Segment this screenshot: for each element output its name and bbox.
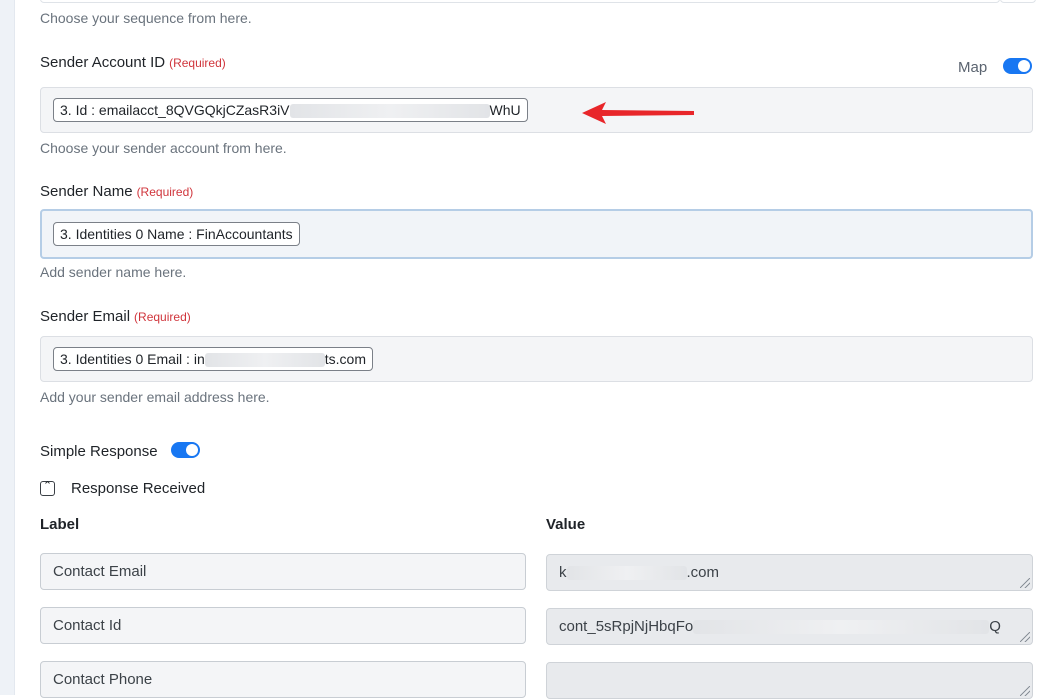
sender-account-token-prefix: 3. Id : emailacct_8QVGQkjCZasR3iV <box>60 102 290 118</box>
sender-account-hint: Choose your sender account from here. <box>40 140 287 156</box>
redacted-blur <box>204 353 325 368</box>
sender-email-label-text: Sender Email <box>40 308 131 325</box>
required-tag: (Required) <box>136 185 194 199</box>
row-label-contact-email[interactable]: Contact Email <box>40 553 526 590</box>
sender-account-token[interactable]: 3. Id : emailacct_8QVGQkjCZasR3iV WhU <box>53 98 528 122</box>
sender-account-label-text: Sender Account ID <box>40 54 166 71</box>
resize-handle-icon[interactable] <box>1020 578 1030 588</box>
column-header-label: Label <box>40 516 80 533</box>
row-value-contact-phone[interactable] <box>546 662 1033 699</box>
row-label-contact-phone[interactable]: Contact Phone <box>40 661 526 698</box>
sender-name-hint: Add sender name here. <box>40 264 187 280</box>
chevron-up-icon[interactable]: ⌃ <box>40 480 55 496</box>
row-value-contact-email[interactable]: k .com <box>546 554 1033 591</box>
sender-email-token-prefix: 3. Identities 0 Email : in <box>60 351 205 367</box>
sequence-hint: Choose your sequence from here. <box>40 10 252 26</box>
redacted-blur <box>693 620 990 635</box>
row-value-prefix: cont_5sRpjNjHbqFo <box>559 618 694 635</box>
sender-email-hint: Add your sender email address here. <box>40 389 270 405</box>
row-label-contact-id[interactable]: Contact Id <box>40 607 526 644</box>
sender-account-label: Sender Account ID (Required) <box>40 54 226 71</box>
redacted-blur <box>289 104 490 119</box>
red-arrow-annotation <box>582 102 694 124</box>
simple-response-toggle[interactable] <box>171 442 200 458</box>
sender-email-token[interactable]: 3. Identities 0 Email : in ts.com <box>53 347 373 371</box>
sender-email-token-suffix: ts.com <box>324 351 366 367</box>
row-value-prefix: k <box>559 564 567 581</box>
sender-email-label: Sender Email (Required) <box>40 308 191 325</box>
sequence-select[interactable] <box>40 0 1000 3</box>
sender-account-field[interactable]: 3. Id : emailacct_8QVGQkjCZasR3iV WhU <box>40 87 1033 133</box>
map-label: Map <box>958 59 988 76</box>
sender-name-label: Sender Name (Required) <box>40 183 193 200</box>
sender-name-token[interactable]: 3. Identities 0 Name : FinAccountants <box>53 222 300 246</box>
row-value-suffix: .com <box>686 564 720 581</box>
sender-email-field[interactable]: 3. Identities 0 Email : in ts.com <box>40 336 1033 382</box>
sender-name-label-text: Sender Name <box>40 183 133 200</box>
response-received-label[interactable]: Response Received <box>71 480 205 497</box>
simple-response-label: Simple Response <box>40 443 158 460</box>
column-header-value: Value <box>546 516 586 533</box>
required-tag: (Required) <box>134 310 191 324</box>
required-tag: (Required) <box>169 56 226 70</box>
sender-account-token-suffix: WhU <box>489 102 521 118</box>
sequence-refresh-button[interactable] <box>1000 0 1036 3</box>
resize-handle-icon[interactable] <box>1020 632 1030 642</box>
redacted-blur <box>566 566 687 581</box>
row-value-suffix: Q <box>989 618 1001 635</box>
sender-name-field[interactable]: 3. Identities 0 Name : FinAccountants <box>40 209 1033 259</box>
row-value-contact-id[interactable]: cont_5sRpjNjHbqFo Q <box>546 608 1033 645</box>
left-rail <box>0 0 15 695</box>
map-toggle[interactable] <box>1003 58 1032 74</box>
